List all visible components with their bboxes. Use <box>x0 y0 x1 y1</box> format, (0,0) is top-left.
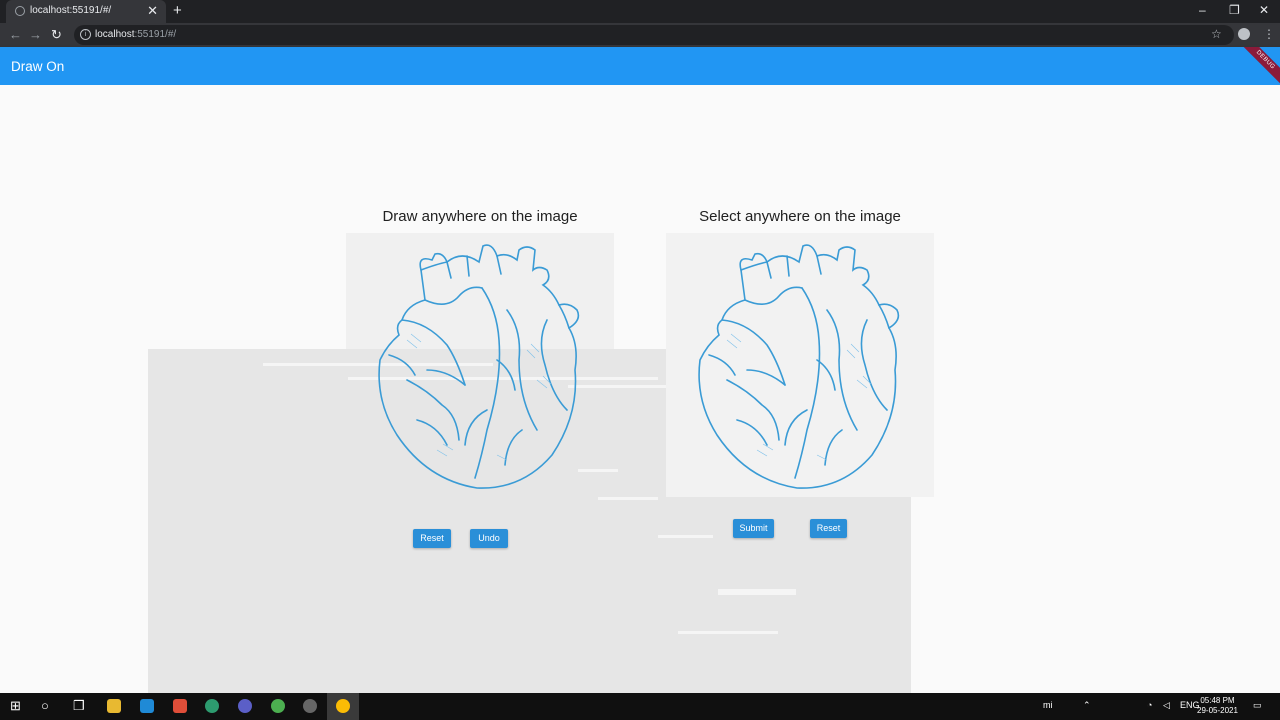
chrome-active-icon[interactable] <box>336 699 350 713</box>
restore-button[interactable]: ❐ <box>1229 2 1240 18</box>
minimize-button[interactable]: – <box>1199 2 1206 18</box>
debug-banner-container: DEBUG <box>1230 47 1280 85</box>
clock-time: 05:48 PM <box>1200 696 1235 705</box>
forward-icon[interactable]: → <box>29 27 42 43</box>
globe-icon <box>15 6 25 16</box>
notification-icon[interactable]: ▭ <box>1253 700 1262 711</box>
debug-banner: DEBUG <box>1236 47 1280 85</box>
url-path: :55191/#/ <box>134 29 177 40</box>
figma-icon[interactable] <box>173 699 187 713</box>
heart-illustration <box>378 244 580 489</box>
ghost-line <box>718 589 796 595</box>
ghost-line <box>598 497 658 500</box>
browser-menu-icon[interactable]: ⋮ <box>1263 27 1275 41</box>
app-icon[interactable] <box>205 699 219 713</box>
vscode-icon[interactable] <box>140 699 154 713</box>
clock[interactable]: 05:48 PM 29-05-2021 <box>1197 696 1238 716</box>
address-bar[interactable]: i localhost:55191/#/ <box>74 25 1234 45</box>
ghost-line <box>678 631 778 634</box>
windows-icon[interactable]: ⊞ <box>10 698 21 714</box>
reset-select-button[interactable]: Reset <box>810 519 847 538</box>
new-tab-button[interactable]: + <box>173 2 182 20</box>
clock-date: 29-05-2021 <box>1197 706 1238 715</box>
reload-icon[interactable]: ↻ <box>51 27 62 43</box>
app-title: Draw On <box>11 59 65 74</box>
browser-tabstrip: localhost:55191/#/ ✕ + – ❐ ✕ <box>0 0 1280 23</box>
reset-draw-button[interactable]: Reset <box>413 529 451 548</box>
heart-illustration <box>698 244 900 489</box>
app-bar: Draw On <box>0 47 1280 85</box>
windows-taskbar: ⊞ ○ ❒ mi ⌃ ◔ ◁ ENG 05:48 PM 29-05-2021 ▭ <box>0 693 1280 720</box>
file-explorer-icon[interactable] <box>107 699 121 713</box>
bookmark-star-icon[interactable]: ☆ <box>1211 27 1222 41</box>
task-view-icon[interactable]: ❒ <box>73 698 85 714</box>
tab-title: localhost:55191/#/ <box>30 5 112 16</box>
draw-panel-title: Draw anywhere on the image <box>382 208 578 225</box>
close-window-button[interactable]: ✕ <box>1259 2 1269 18</box>
back-icon[interactable]: ← <box>9 27 22 43</box>
url-text: localhost:55191/#/ <box>95 29 176 40</box>
select-canvas[interactable] <box>667 230 933 496</box>
select-panel-title: Select anywhere on the image <box>699 208 901 225</box>
mi-icon[interactable]: mi <box>1043 700 1053 710</box>
url-host: localhost <box>95 29 135 40</box>
app-icon-3[interactable] <box>303 699 317 713</box>
volume-icon[interactable]: ◁ <box>1163 700 1170 711</box>
info-icon[interactable]: i <box>80 29 91 40</box>
wifi-icon[interactable]: ◔ <box>1147 700 1152 710</box>
chevron-up-icon[interactable]: ⌃ <box>1083 700 1091 711</box>
browser-toolbar: ← → ↻ i localhost:55191/#/ <box>0 23 1280 47</box>
chrome-icon[interactable] <box>271 699 285 713</box>
profile-icon[interactable] <box>1238 28 1250 40</box>
circle-icon[interactable]: ○ <box>41 698 49 714</box>
tab-close-icon[interactable]: ✕ <box>147 3 158 19</box>
submit-button[interactable]: Submit <box>733 519 774 538</box>
app-icon-2[interactable] <box>238 699 252 713</box>
browser-tab[interactable]: localhost:55191/#/ ✕ <box>6 0 166 23</box>
ghost-line <box>658 535 713 538</box>
undo-button[interactable]: Undo <box>470 529 508 548</box>
draw-canvas[interactable] <box>347 230 613 496</box>
